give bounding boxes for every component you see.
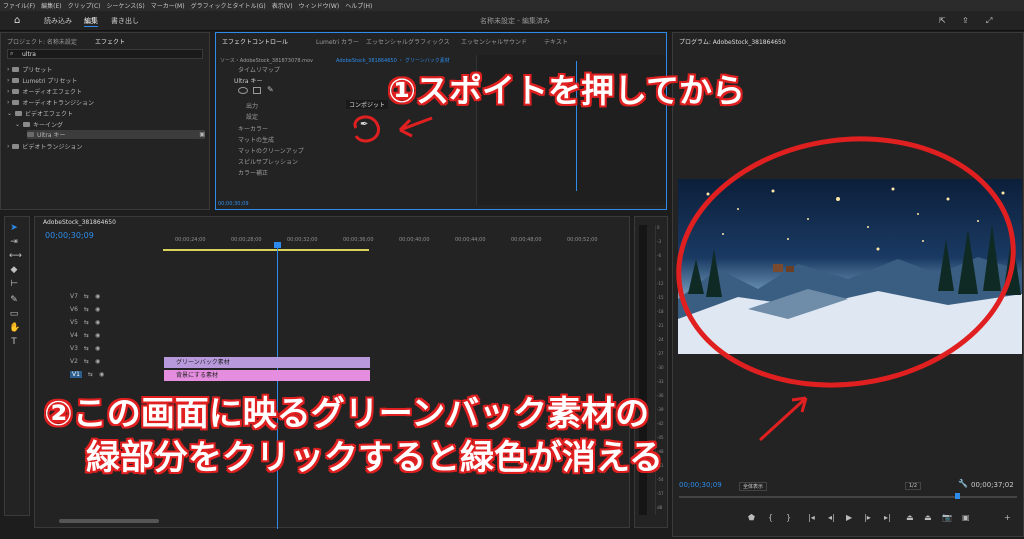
annotation-step2-line2: 緑部分をクリックすると緑色が消える xyxy=(86,438,663,478)
annotation-step1: ①スポイトを押してから xyxy=(388,71,745,110)
annotation-step2-line1: ②この画面に映るグリーンバック素材の xyxy=(44,394,650,434)
